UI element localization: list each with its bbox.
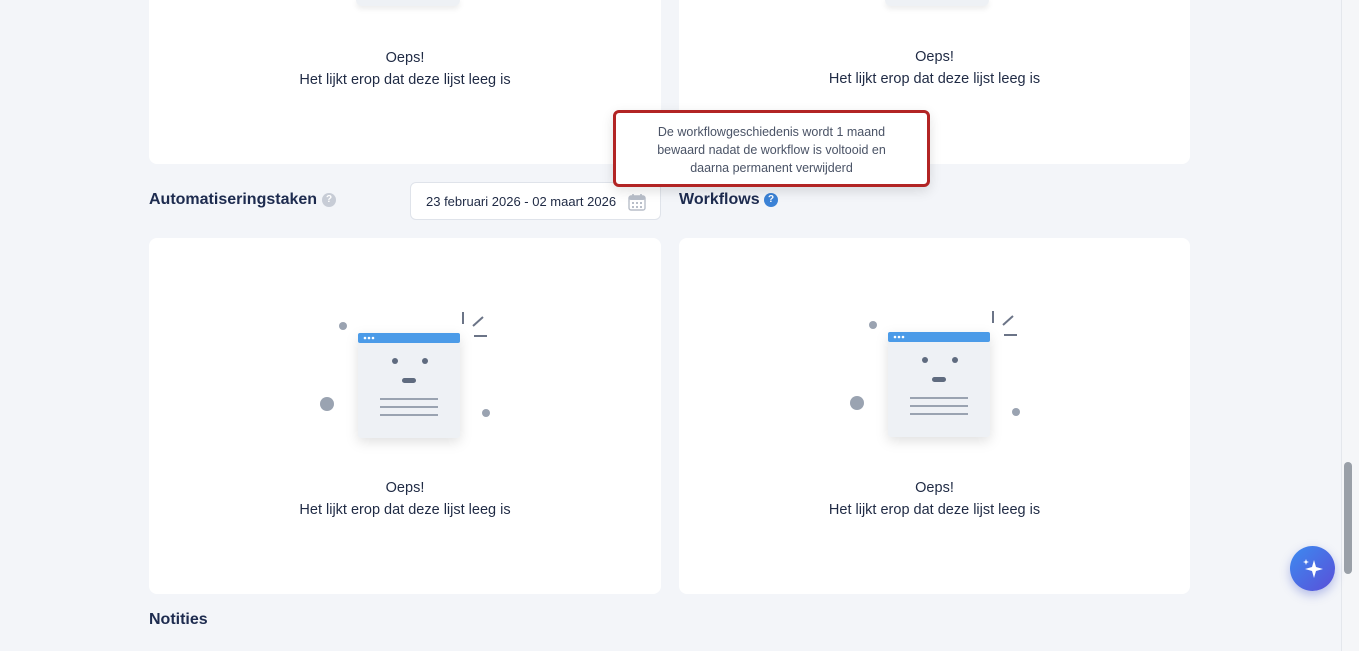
empty-state-text: Oeps! Het lijkt erop dat deze lijst leeg…: [679, 477, 1190, 521]
empty-state-title: Oeps!: [385, 50, 425, 66]
notes-title: Notities: [149, 611, 208, 628]
empty-state-title: Oeps!: [915, 49, 954, 65]
scrollbar-thumb[interactable]: [1344, 462, 1352, 574]
empty-state-message: Het lijkt erop dat deze lijst leeg is: [299, 502, 511, 518]
empty-list-card-top-left: Oeps! Het lijkt erop dat deze lijst leeg…: [149, 0, 661, 164]
workflow-history-tooltip: De workflowgeschiedenis wordt 1 maand be…: [613, 110, 930, 187]
empty-state-message: Het lijkt erop dat deze lijst leeg is: [828, 71, 1041, 87]
empty-list-illustration: [320, 312, 490, 438]
tooltip-line: daarna permanent verwijderd: [690, 161, 853, 175]
empty-illustration-stub: [885, 0, 989, 6]
empty-illustration-stub: [356, 0, 460, 6]
workflows-title: Workflows: [679, 191, 760, 208]
date-range-value: 23 februari 2026 - 02 maart 2026: [426, 194, 617, 209]
workflows-help-icon[interactable]: ?: [764, 193, 778, 207]
automation-tasks-title: Automatiseringstaken: [149, 191, 318, 208]
tooltip-line: De workflowgeschiedenis wordt 1 maand: [657, 125, 886, 139]
sparkle-icon: [1303, 559, 1323, 578]
empty-state-message: Het lijkt erop dat deze lijst leeg is: [828, 502, 1041, 518]
tooltip-line: bewaard nadat de workflow is voltooid en: [657, 143, 886, 157]
date-range-picker[interactable]: 23 februari 2026 - 02 maart 2026: [410, 182, 661, 220]
automation-tasks-card: Oeps! Het lijkt erop dat deze lijst leeg…: [149, 238, 661, 594]
workflows-card: Oeps! Het lijkt erop dat deze lijst leeg…: [679, 238, 1190, 594]
empty-state-text: Oeps! Het lijkt erop dat deze lijst leeg…: [149, 477, 661, 521]
calendar-icon[interactable]: [628, 193, 646, 211]
empty-list-illustration: [850, 311, 1020, 437]
automation-help-icon[interactable]: ?: [322, 193, 336, 207]
empty-state-text: Oeps! Het lijkt erop dat deze lijst leeg…: [149, 47, 661, 91]
ai-assistant-button[interactable]: [1290, 546, 1335, 591]
empty-state-title: Oeps!: [915, 480, 954, 496]
empty-state-message: Het lijkt erop dat deze lijst leeg is: [299, 72, 511, 88]
empty-state-title: Oeps!: [385, 480, 425, 496]
empty-state-text: Oeps! Het lijkt erop dat deze lijst leeg…: [679, 46, 1190, 90]
